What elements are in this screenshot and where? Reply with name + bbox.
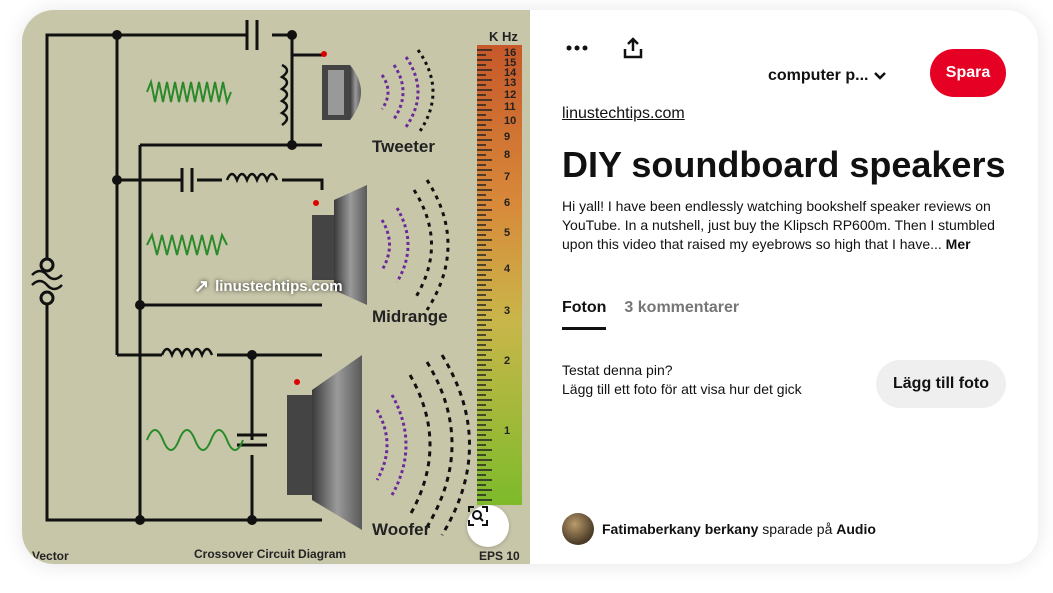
scale-label: 3 — [504, 305, 510, 317]
tried-hint: Lägg till ett foto för att visa hur det … — [562, 381, 802, 397]
scale-label: 7 — [504, 171, 510, 183]
image-source-text: linustechtips.com — [215, 278, 343, 295]
external-link-icon: ↗ — [194, 276, 210, 296]
avatar[interactable] — [562, 513, 594, 545]
saver-board[interactable]: Audio — [836, 521, 876, 537]
image-source-overlay[interactable]: ↗ linustechtips.com — [194, 276, 343, 297]
board-dropdown[interactable]: computer p... — [768, 67, 887, 85]
woofer-label: Woofer — [372, 520, 431, 539]
khz-label: K Hz — [489, 29, 518, 44]
scale-label: 6 — [504, 197, 510, 209]
add-photo-button[interactable]: Lägg till foto — [876, 360, 1006, 408]
pin-card: K Hz Tweeter Midrange Woofer Vector Cros… — [22, 10, 1038, 564]
visual-search-button[interactable] — [467, 505, 509, 547]
tweeter-label: Tweeter — [372, 137, 435, 156]
vector-label: Vector — [32, 549, 69, 563]
pin-title: DIY soundboard speakers — [562, 144, 1006, 185]
caption-label: Crossover Circuit Diagram — [194, 547, 346, 561]
saver-row: Fatimaberkany berkany sparade på Audio — [562, 513, 876, 545]
description-text: Hi yall! I have been endlessly watching … — [562, 198, 995, 252]
board-name: computer p... — [768, 67, 869, 84]
lens-icon — [468, 506, 488, 526]
scale-label: 4 — [504, 263, 511, 275]
tried-question: Testat denna pin? — [562, 362, 673, 378]
pin-description: Hi yall! I have been endlessly watching … — [562, 197, 1002, 254]
pin-image[interactable]: K Hz Tweeter Midrange Woofer Vector Cros… — [22, 10, 530, 564]
pin-details: computer p... Spara linustechtips.com DI… — [530, 10, 1038, 564]
tabs: Foton 3 kommentarer — [562, 299, 739, 330]
scale-label: 9 — [504, 131, 510, 143]
save-button[interactable]: Spara — [930, 49, 1006, 97]
more-link[interactable]: Mer — [946, 236, 971, 252]
chevron-down-icon — [874, 72, 887, 80]
midrange-label: Midrange — [372, 307, 448, 326]
scale-label: 12 — [504, 89, 516, 101]
saver-action: sparade på — [762, 521, 833, 537]
share-button[interactable] — [610, 25, 656, 71]
scale-label: 13 — [504, 77, 516, 89]
more-options-button[interactable] — [554, 25, 600, 71]
scale-label: 8 — [504, 149, 510, 161]
scale-label: 1 — [504, 425, 510, 437]
scale-label: 11 — [504, 101, 516, 113]
scale-label: 5 — [504, 227, 510, 239]
more-icon — [566, 45, 588, 51]
scale-label: 2 — [504, 355, 510, 367]
tab-photos[interactable]: Foton — [562, 299, 607, 330]
source-link[interactable]: linustechtips.com — [562, 105, 685, 123]
share-icon — [623, 37, 643, 59]
tried-prompt: Testat denna pin? Lägg till ett foto för… — [562, 361, 802, 399]
saver-name[interactable]: Fatimaberkany berkany — [602, 521, 758, 537]
eps-label: EPS 10 — [479, 549, 520, 563]
tab-comments[interactable]: 3 kommentarer — [624, 299, 739, 330]
scale-label: 10 — [504, 115, 516, 127]
